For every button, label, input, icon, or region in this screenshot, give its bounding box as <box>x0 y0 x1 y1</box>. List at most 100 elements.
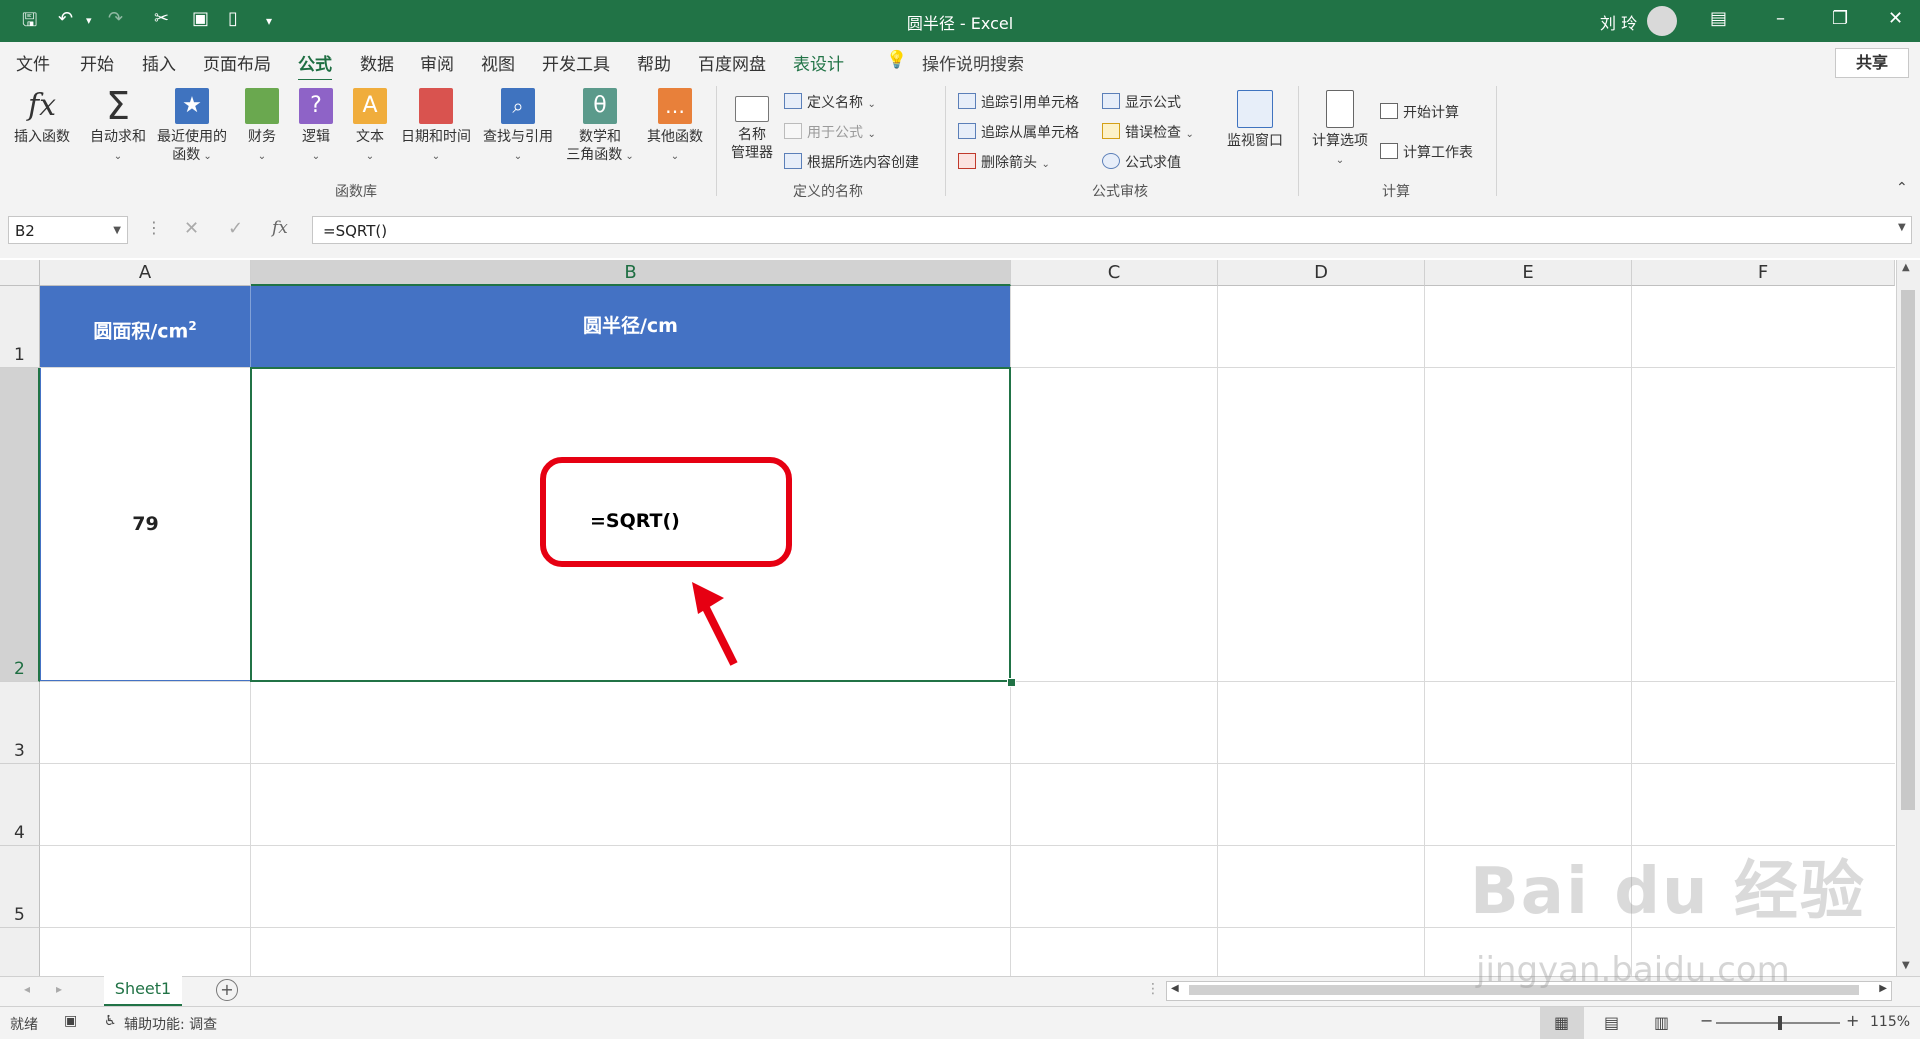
vertical-scrollbar[interactable] <box>1896 260 1920 976</box>
remove-arrows-button[interactable]: 删除箭头 ⌄ <box>958 152 1050 172</box>
define-name-button[interactable]: 定义名称 ⌄ <box>784 92 876 112</box>
zoom-out-icon[interactable]: − <box>1700 1011 1713 1030</box>
prev-sheet-icon[interactable]: ◂ <box>24 982 30 996</box>
row-header-6[interactable] <box>0 928 40 976</box>
tab-file[interactable]: 文件 <box>16 50 50 75</box>
splitter-icon[interactable]: ⋮ <box>1146 981 1160 997</box>
status-accessibility[interactable]: 辅助功能: 调查 <box>124 1014 217 1034</box>
highlight-box <box>540 457 792 567</box>
row-header-4[interactable]: 4 <box>0 764 40 846</box>
macro-record-icon[interactable]: ▣ <box>64 1013 77 1029</box>
name-box[interactable]: B2 ▼ <box>8 216 128 244</box>
column-header-f[interactable]: F <box>1632 260 1895 286</box>
show-formulas-button[interactable]: 显示公式 <box>1102 92 1181 112</box>
cell-b1[interactable]: 圆半径/cm <box>251 286 1010 367</box>
calc-options-button[interactable]: 计算选项 ⌄ <box>1306 90 1374 170</box>
calc-sheet-button[interactable]: 计算工作表 <box>1380 142 1473 162</box>
scroll-down-icon[interactable]: ▼ <box>1902 960 1910 971</box>
column-header-e[interactable]: E <box>1425 260 1632 286</box>
text-button[interactable]: A 文本 ⌄ <box>346 88 394 166</box>
define-name-label: 定义名称 <box>807 95 863 111</box>
normal-view-button[interactable]: ▦ <box>1540 1007 1584 1039</box>
tab-formulas[interactable]: 公式 <box>298 50 332 82</box>
accessibility-icon[interactable]: ♿ <box>104 1013 117 1029</box>
share-button[interactable]: 共享 <box>1835 48 1909 78</box>
row-header-2[interactable]: 2 <box>0 368 40 682</box>
formula-input[interactable]: =SQRT() <box>312 216 1912 244</box>
select-all-corner[interactable] <box>0 260 40 286</box>
evaluate-formula-button[interactable]: 公式求值 <box>1102 152 1181 172</box>
cancel-icon[interactable]: ✕ <box>184 218 199 239</box>
expand-formula-bar-icon[interactable]: ▼ <box>1898 222 1906 233</box>
row-header-3[interactable]: 3 <box>0 682 40 764</box>
tab-developer[interactable]: 开发工具 <box>542 50 610 75</box>
row-header-1[interactable]: 1 <box>0 286 40 368</box>
cell-a1[interactable]: 圆面积/cm2 <box>40 286 251 367</box>
scroll-up-icon[interactable]: ▲ <box>1902 262 1910 273</box>
vertical-scroll-thumb[interactable] <box>1901 290 1915 810</box>
trace-precedents-label: 追踪引用单元格 <box>981 95 1079 111</box>
page-break-view-icon[interactable]: ▥ <box>1654 1013 1669 1032</box>
evaluate-formula-icon <box>1102 153 1120 169</box>
scroll-left-icon[interactable]: ◀ <box>1171 983 1179 994</box>
tab-page-layout[interactable]: 页面布局 <box>203 50 271 75</box>
datetime-button[interactable]: 日期和时间 ⌄ <box>398 88 474 166</box>
next-sheet-icon[interactable]: ▸ <box>56 982 62 996</box>
datetime-label: 日期和时间 <box>401 129 471 145</box>
tell-me-search[interactable]: 操作说明搜索 <box>922 50 1024 75</box>
lookup-button[interactable]: ⌕ 查找与引用 ⌄ <box>478 88 558 166</box>
ribbon-display-icon[interactable]: ▤ <box>1710 8 1727 29</box>
insert-function-button[interactable]: fx 插入函数 <box>8 88 76 146</box>
calc-now-button[interactable]: 开始计算 <box>1380 102 1459 122</box>
trace-dependents-button[interactable]: 追踪从属单元格 <box>958 122 1079 142</box>
sheet-tab-sheet1[interactable]: Sheet1 <box>104 976 182 1007</box>
watch-window-button[interactable]: 监视窗口 <box>1222 90 1288 150</box>
close-icon[interactable]: ✕ <box>1888 8 1903 29</box>
column-header-a[interactable]: A <box>40 260 251 286</box>
error-checking-button[interactable]: 错误检查 ⌄ <box>1102 122 1194 142</box>
recent-functions-button[interactable]: ★ 最近使用的 函数 ⌄ <box>152 88 232 166</box>
zoom-in-icon[interactable]: + <box>1846 1011 1859 1030</box>
insert-function-icon[interactable]: fx <box>272 218 288 238</box>
scroll-right-icon[interactable]: ▶ <box>1879 983 1887 994</box>
logical-button[interactable]: ? 逻辑 ⌄ <box>292 88 340 166</box>
zoom-level[interactable]: 115% <box>1870 1014 1910 1030</box>
tab-home[interactable]: 开始 <box>80 50 114 75</box>
create-from-selection-button[interactable]: 根据所选内容创建 <box>784 152 919 172</box>
tab-insert[interactable]: 插入 <box>142 50 176 75</box>
tab-view[interactable]: 视图 <box>481 50 515 75</box>
minimize-icon[interactable]: – <box>1776 8 1785 29</box>
name-manager-button[interactable]: 名称 管理器 <box>724 90 780 162</box>
use-in-formula-button[interactable]: 用于公式 ⌄ <box>784 122 876 142</box>
name-box-value: B2 <box>15 222 35 240</box>
evaluate-formula-label: 公式求值 <box>1125 155 1181 171</box>
more-functions-button[interactable]: … 其他函数 ⌄ <box>640 88 710 166</box>
tab-data[interactable]: 数据 <box>360 50 394 75</box>
column-header-d[interactable]: D <box>1218 260 1425 286</box>
cell-a2[interactable]: 79 <box>40 368 250 681</box>
page-layout-view-icon[interactable]: ▤ <box>1604 1013 1619 1032</box>
tab-baidu-netdisk[interactable]: 百度网盘 <box>698 50 766 75</box>
column-header-b[interactable]: B <box>251 260 1011 286</box>
math-button[interactable]: θ 数学和 三角函数 ⌄ <box>560 88 640 166</box>
zoom-slider[interactable] <box>1716 1016 1840 1030</box>
column-header-c[interactable]: C <box>1011 260 1218 286</box>
name-box-dropdown-icon[interactable]: ▼ <box>113 217 121 245</box>
tab-table-design[interactable]: 表设计 <box>793 50 844 75</box>
row-header-5[interactable]: 5 <box>0 846 40 928</box>
add-sheet-icon[interactable]: + <box>216 979 238 1001</box>
financial-button[interactable]: 财务 ⌄ <box>238 88 286 166</box>
collapse-ribbon-icon[interactable]: ⌃ <box>1896 180 1908 196</box>
restore-icon[interactable]: ❐ <box>1832 8 1848 29</box>
enter-icon[interactable]: ✓ <box>228 218 243 239</box>
fill-handle[interactable] <box>1007 678 1016 687</box>
zoom-slider-thumb[interactable] <box>1778 1016 1782 1030</box>
tab-help[interactable]: 帮助 <box>637 50 671 75</box>
user-name[interactable]: 刘 玲 <box>1600 10 1637 34</box>
autosum-button[interactable]: Σ 自动求和 ⌄ <box>86 87 150 166</box>
math-label-2: 三角函数 <box>566 147 623 163</box>
trace-precedents-button[interactable]: 追踪引用单元格 <box>958 92 1079 112</box>
avatar[interactable] <box>1647 6 1677 36</box>
create-from-selection-label: 根据所选内容创建 <box>807 155 919 171</box>
tab-review[interactable]: 审阅 <box>420 50 454 75</box>
